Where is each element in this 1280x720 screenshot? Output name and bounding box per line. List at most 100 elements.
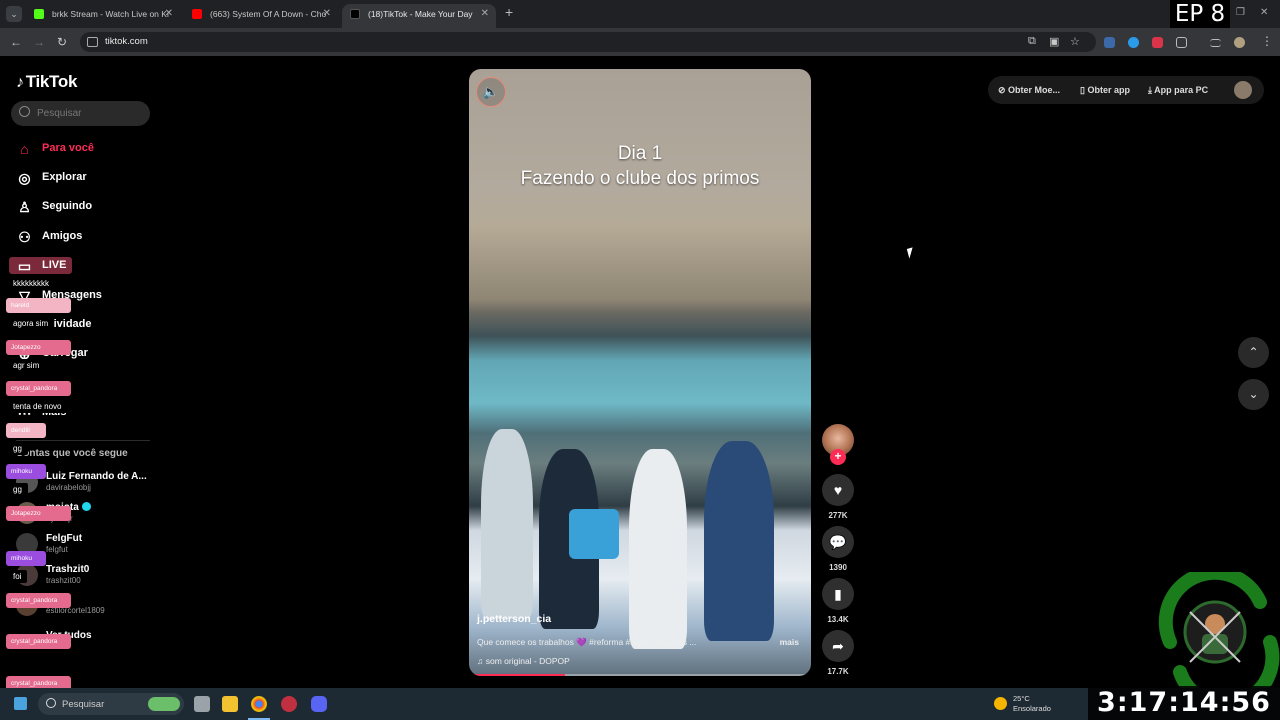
speaker-muted-icon: 🔈 xyxy=(482,84,500,99)
pc-app-label: App para PC xyxy=(1154,85,1209,95)
browser-tab-youtube[interactable]: (663) System Of A Down - Cho ✕ xyxy=(184,4,338,28)
new-tab-icon[interactable]: + xyxy=(505,4,513,20)
cast-icon[interactable]: ▣ xyxy=(1049,35,1059,48)
chrome-icon[interactable] xyxy=(251,696,267,712)
video-sound[interactable]: ♫ som original - DOPOP xyxy=(477,656,570,666)
browser-menu-icon[interactable]: ⋮ xyxy=(1261,34,1273,48)
chat-message: dendlil gg xyxy=(6,423,46,456)
account-name: Trashzit0 xyxy=(46,564,90,575)
previous-video-button[interactable]: ⌃ xyxy=(1238,337,1269,368)
chat-message: crystal_pandora tenta de novo xyxy=(6,381,71,414)
account-name: Luiz Fernando de A... xyxy=(46,471,147,482)
pc-app-button[interactable]: ⤓ App para PC xyxy=(1148,85,1208,96)
windows-start-icon[interactable] xyxy=(14,697,27,710)
chevron-up-icon: ⌃ xyxy=(1248,345,1259,359)
save-count: 13.4K xyxy=(827,615,849,624)
chat-message-text: foi xyxy=(6,570,28,583)
video-player[interactable]: 🔈 Dia 1 Fazendo o clube dos primos j.pet… xyxy=(469,69,811,676)
extensions-puzzle-icon[interactable] xyxy=(1176,37,1187,48)
video-caption-line2: Fazendo o clube dos primos xyxy=(520,168,760,189)
comment-button[interactable]: 💬 xyxy=(822,526,854,558)
tab-title: (18)TikTok - Make Your Day xyxy=(368,9,473,19)
youtube-favicon-icon xyxy=(192,9,202,19)
forward-icon[interactable]: → xyxy=(33,35,45,49)
tab-search-button[interactable]: ⌄ xyxy=(6,6,22,22)
file-explorer-icon[interactable] xyxy=(222,696,238,712)
like-button[interactable]: ♥ xyxy=(822,474,854,506)
reading-list-icon[interactable] xyxy=(1210,39,1221,47)
search-placeholder: Pesquisar xyxy=(37,108,82,119)
chat-message: mihoku foi xyxy=(6,551,46,584)
weather-temp: 25°C xyxy=(1013,694,1030,703)
sidebar-item-label: Explorar xyxy=(42,171,87,183)
profile-avatar[interactable] xyxy=(1234,37,1245,48)
taskbar-search[interactable]: Pesquisar xyxy=(38,693,184,715)
close-tab-icon[interactable]: ✕ xyxy=(481,4,489,24)
share-arrow-icon: ➦ xyxy=(832,638,844,654)
task-view-icon[interactable] xyxy=(194,696,210,712)
video-progress-bar[interactable] xyxy=(469,674,811,676)
chat-message-text: gg xyxy=(6,483,28,496)
close-tab-icon[interactable]: ✕ xyxy=(323,4,331,24)
discord-icon[interactable] xyxy=(311,696,327,712)
account-handle: trashzit00 xyxy=(46,576,81,585)
weather-widget[interactable]: 25°C Ensolarado xyxy=(1013,694,1051,714)
extension-icon[interactable] xyxy=(1128,37,1139,48)
save-button[interactable]: ▮ xyxy=(822,578,854,610)
chat-message-text: gg xyxy=(6,442,28,455)
search-icon xyxy=(46,698,56,708)
search-highlight-icon xyxy=(148,697,180,711)
sound-label: som original - DOPOP xyxy=(485,656,570,666)
extension-icon[interactable] xyxy=(1152,37,1163,48)
tiktok-note-icon: ♪ xyxy=(16,74,24,91)
video-scene-figure xyxy=(629,449,687,649)
restore-window-icon[interactable]: ❐ xyxy=(1236,7,1245,18)
compass-icon: ◎ xyxy=(18,170,31,186)
sidebar-item-label: Para você xyxy=(42,142,94,154)
live-icon: ▭ xyxy=(17,258,32,274)
chat-username: crystal_pandora xyxy=(6,593,71,608)
screen: ⌄ brkk Stream - Watch Live on Ki ✕ (663)… xyxy=(0,0,1280,720)
sidebar-item-label: Amigos xyxy=(42,230,83,242)
address-url: tiktok.com xyxy=(105,36,148,47)
bookmark-star-icon[interactable]: ☆ xyxy=(1070,35,1080,48)
tiktok-logo[interactable]: ♪ TikTok xyxy=(16,72,77,92)
app-icon[interactable] xyxy=(281,696,297,712)
get-app-button[interactable]: ▯ Obter app xyxy=(1080,85,1130,96)
share-button[interactable]: ➦ xyxy=(822,630,854,662)
address-bar[interactable]: tiktok.com ⧉ ▣ ☆ xyxy=(80,32,1096,52)
chat-username: crystal_pandora xyxy=(6,381,71,396)
video-progress-fill xyxy=(469,674,565,676)
comment-icon: 💬 xyxy=(829,534,847,550)
back-icon[interactable]: ← xyxy=(10,35,22,49)
site-info-icon[interactable] xyxy=(87,37,98,47)
browser-tab-kick[interactable]: brkk Stream - Watch Live on Ki ✕ xyxy=(26,4,180,28)
chat-message-text: agr sim xyxy=(6,359,46,372)
get-coins-label: Obter Moe... xyxy=(1008,85,1061,95)
browser-toolbar: ← → ↻ tiktok.com ⧉ ▣ ☆ ⋮ xyxy=(0,28,1280,56)
stream-clock: 3:17:14:56 xyxy=(1088,686,1280,720)
next-video-button[interactable]: ⌄ xyxy=(1238,379,1269,410)
chat-message: kkkkkkkkk xyxy=(6,273,55,291)
tiktok-favicon-icon xyxy=(350,9,360,19)
follow-plus-icon[interactable]: + xyxy=(830,449,846,465)
bookmark-icon: ▮ xyxy=(834,586,842,602)
search-input[interactable]: Pesquisar xyxy=(11,101,150,126)
chat-message: mihoku gg xyxy=(6,464,46,497)
coin-icon: ⊘ xyxy=(998,85,1009,95)
reload-icon[interactable]: ↻ xyxy=(57,35,67,49)
extension-icon[interactable] xyxy=(1104,37,1115,48)
video-scene-bag xyxy=(569,509,619,559)
close-tab-icon[interactable]: ✕ xyxy=(165,4,173,24)
search-icon xyxy=(19,106,30,117)
close-window-icon[interactable]: ✕ xyxy=(1260,7,1268,18)
music-note-icon: ♫ xyxy=(477,656,486,666)
avatar[interactable] xyxy=(1234,81,1252,99)
get-coins-button[interactable]: ⊘ Obter Moe... xyxy=(998,85,1060,96)
mute-button[interactable]: 🔈 xyxy=(476,77,506,107)
translate-icon[interactable]: ⧉ xyxy=(1028,35,1036,48)
browser-tab-tiktok[interactable]: (18)TikTok - Make Your Day ✕ xyxy=(342,4,496,28)
mouse-cursor-icon xyxy=(906,247,916,259)
video-author[interactable]: j.petterson_cia xyxy=(477,613,551,625)
more-link[interactable]: mais xyxy=(780,637,799,647)
